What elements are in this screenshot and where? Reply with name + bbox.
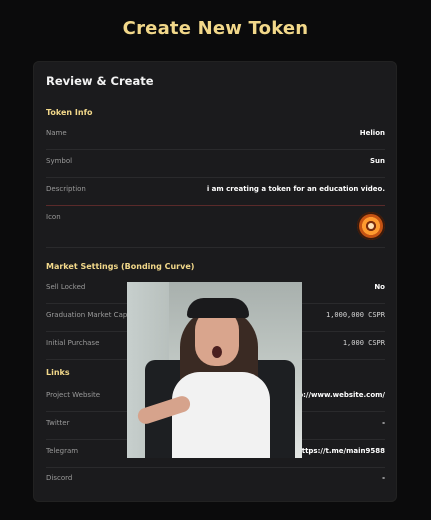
row-description: Description i am creating a token for an… [46,179,385,206]
section-links: Links [46,368,70,377]
section-token-info: Token Info [46,108,93,117]
icon-label: Icon [46,213,61,221]
description-value: i am creating a token for an education v… [206,185,385,193]
name-value: Helion [359,129,385,137]
symbol-value: Sun [369,157,385,165]
sell-locked-label: Sell Locked [46,283,86,291]
sun-token-icon [357,212,385,240]
row-symbol: Symbol Sun [46,151,385,178]
video-person-shirt [172,372,270,458]
discord-value: - [382,474,385,482]
section-market-settings: Market Settings (Bonding Curve) [46,262,195,271]
discord-label: Discord [46,474,73,482]
card-title: Review & Create [46,74,154,88]
sell-locked-value: No [374,283,385,291]
video-person-mouth [212,346,222,358]
graduation-label: Graduation Market Cap [46,311,128,319]
video-overlay [127,282,302,458]
telegram-link[interactable]: https://t.me/main9588 [297,447,385,455]
website-label: Project Website [46,391,101,399]
row-discord: Discord - [46,468,385,494]
row-icon: Icon [46,207,385,248]
description-label: Description [46,185,86,193]
name-label: Name [46,129,67,137]
page-title: Create New Token [122,18,309,39]
symbol-label: Symbol [46,157,73,165]
twitter-value: - [382,419,385,427]
video-person-cap [187,298,249,318]
row-name: Name Helion [46,123,385,150]
twitter-label: Twitter [46,419,70,427]
initial-purchase-value: 1,000 CSPR [342,339,385,347]
graduation-value: 1,000,000 CSPR [325,311,385,319]
initial-purchase-label: Initial Purchase [46,339,100,347]
telegram-label: Telegram [46,447,79,455]
